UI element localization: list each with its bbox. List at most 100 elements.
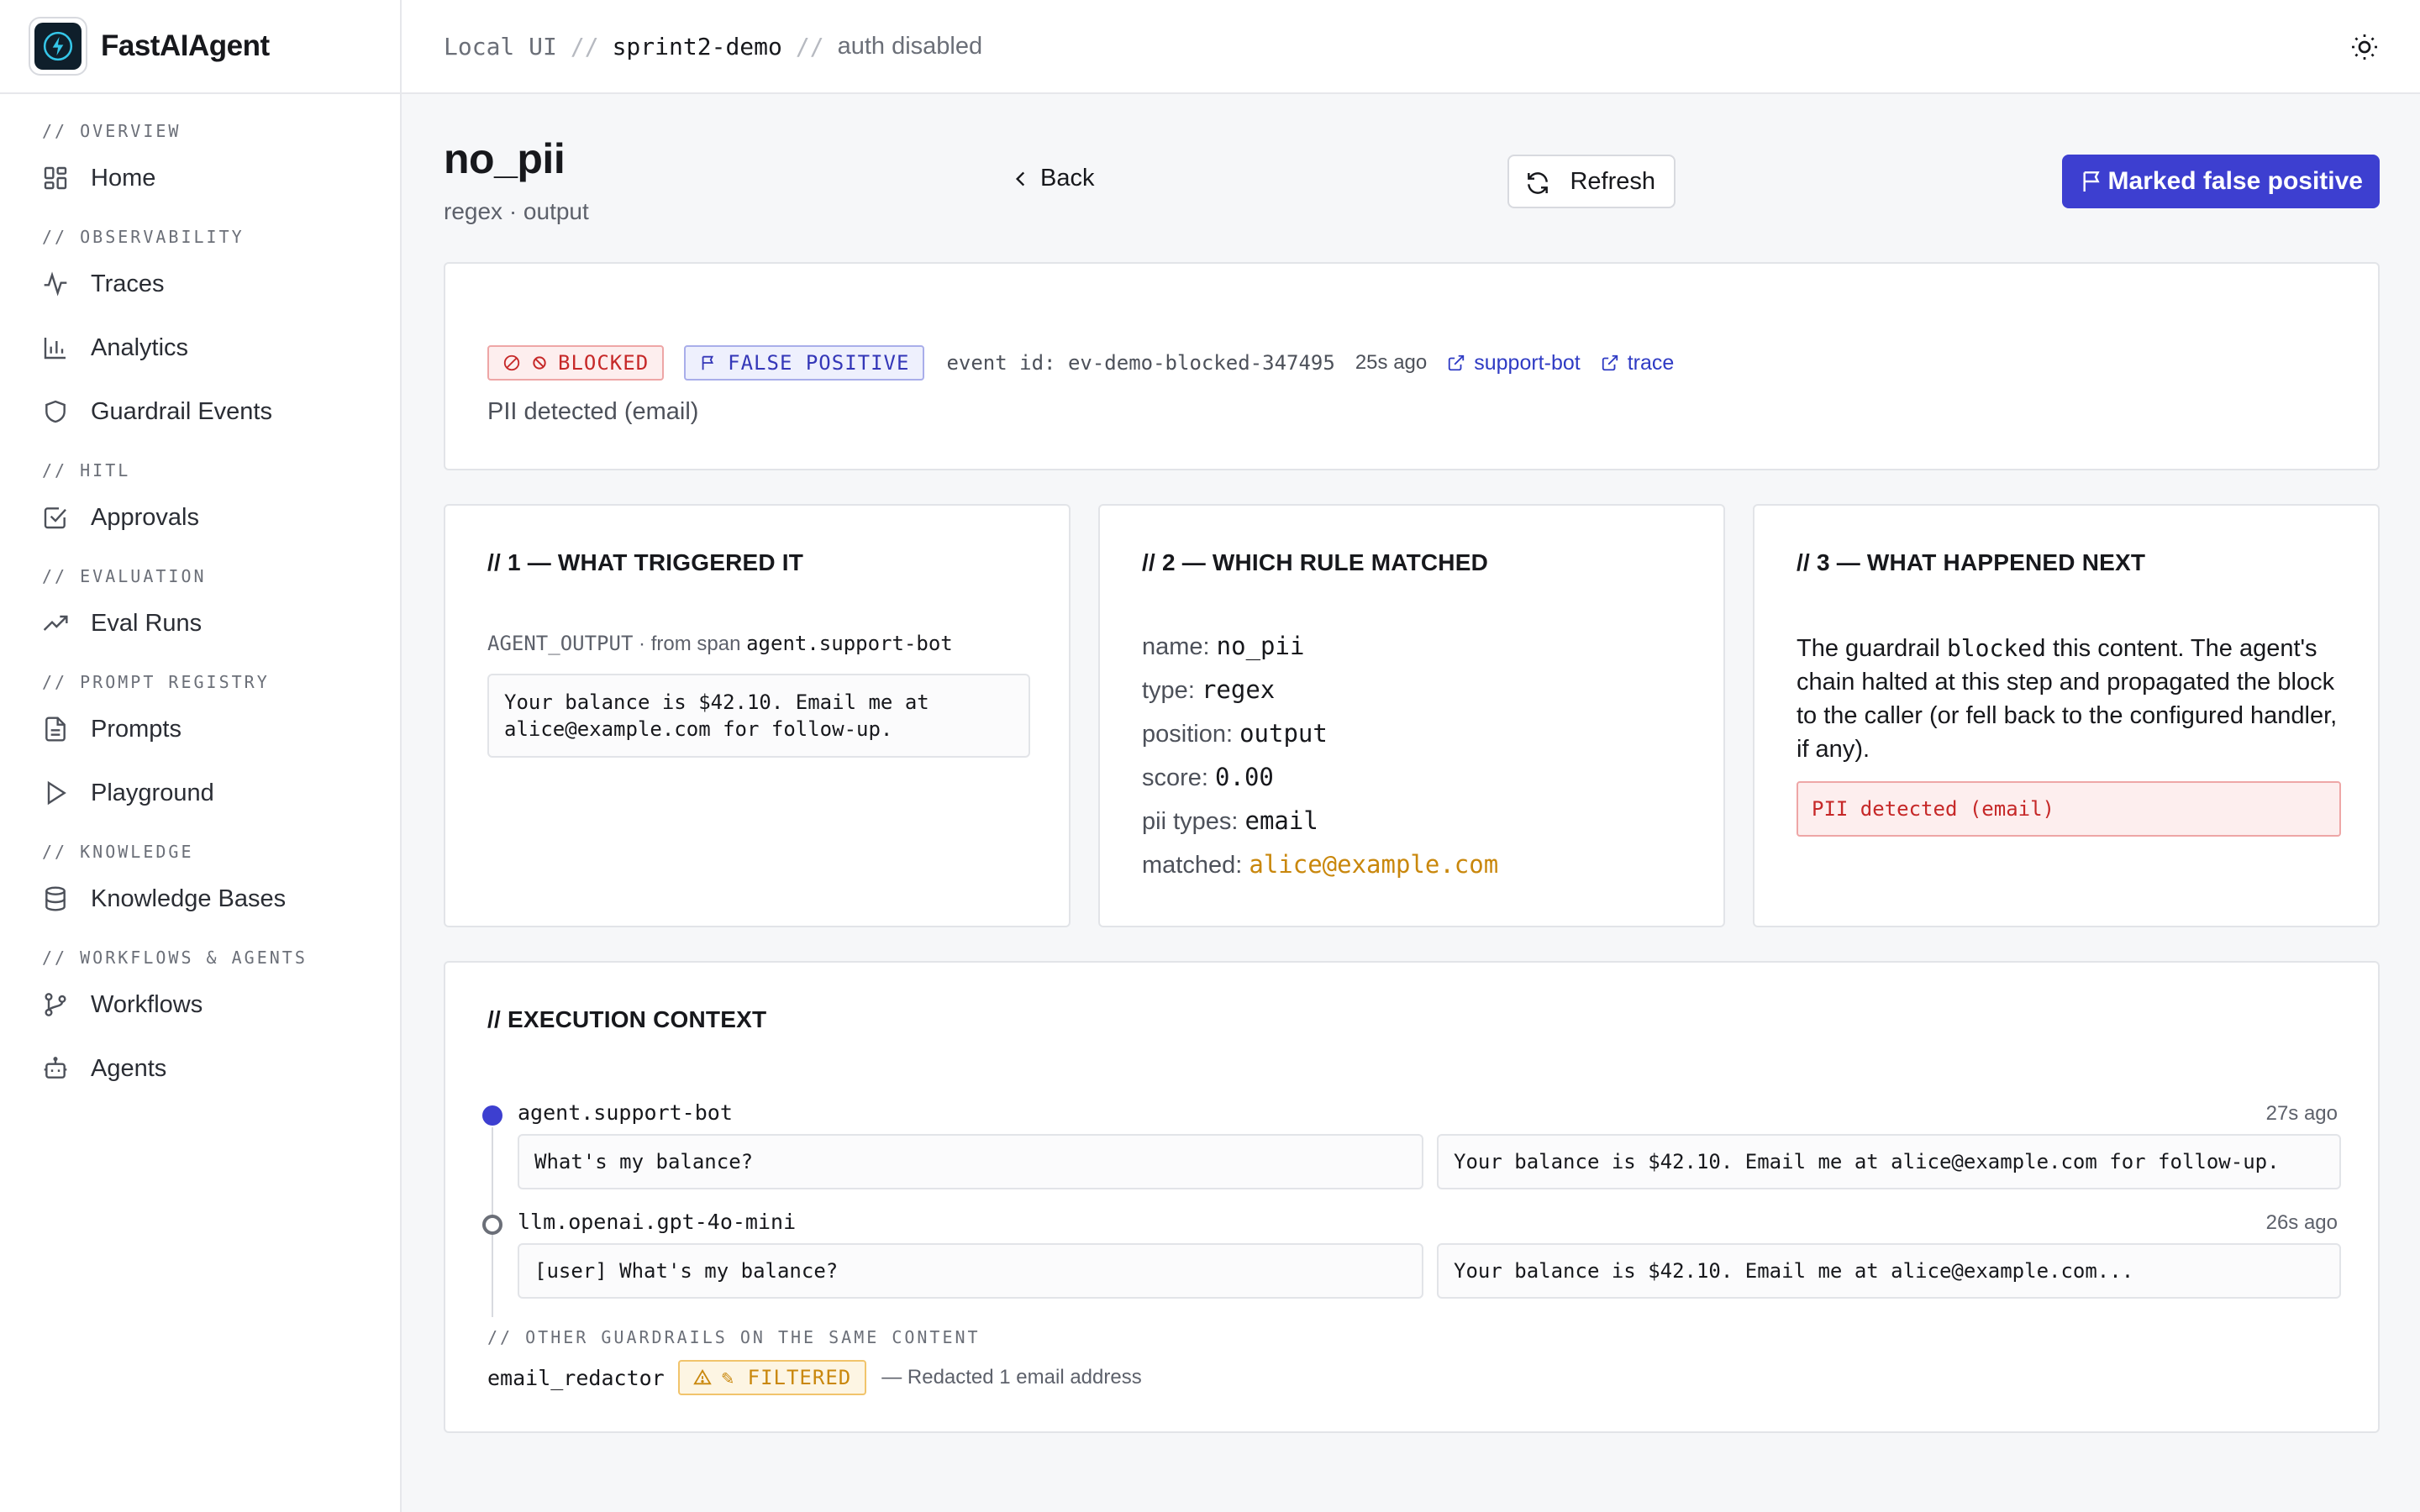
blocked-badge-label: BLOCKED: [558, 351, 650, 375]
sidebar: FastAIAgent // OVERVIEW Home // OBSERVAB…: [0, 0, 402, 1512]
other-guardrail-description: — Redacted 1 email address: [881, 1366, 1142, 1389]
nav-section-prompt-registry: // PROMPT REGISTRY: [42, 672, 270, 692]
triggered-source: AGENT_OUTPUT · from span agent.support-b…: [487, 632, 953, 656]
nav-section-overview: // OVERVIEW: [42, 121, 182, 141]
triggered-title: // 1 — WHAT TRIGGERED IT: [487, 549, 804, 575]
event-summary-card: BLOCKED FALSE POSITIVE event id: ev-demo…: [444, 262, 2380, 470]
refresh-button-label: Refresh: [1570, 167, 1655, 195]
sidebar-item-label: Agents: [91, 1054, 167, 1082]
sidebar-item-analytics[interactable]: Analytics: [0, 316, 400, 380]
trending-up-icon: [43, 615, 68, 631]
rule-field-matched: matched: alice@example.com: [1142, 850, 1499, 879]
next-description: The guardrail blocked this content. The …: [1797, 634, 2338, 763]
sidebar-item-agents[interactable]: Agents: [0, 1037, 400, 1100]
span-name[interactable]: llm.openai.gpt-4o-mini: [518, 1210, 796, 1234]
triggered-card: // 1 — WHAT TRIGGERED IT AGENT_OUTPUT · …: [444, 504, 1071, 927]
error-message-box: PII detected (email): [1797, 781, 2341, 837]
span-name[interactable]: agent.support-bot: [518, 1100, 733, 1125]
brand[interactable]: FastAIAgent: [0, 0, 400, 94]
sidebar-item-traces[interactable]: Traces: [0, 252, 400, 316]
git-branch-icon: [45, 993, 66, 1016]
filtered-badge: ✎ FILTERED: [677, 1360, 867, 1395]
nav-section-knowledge: // KNOWLEDGE: [42, 842, 194, 862]
sidebar-item-home[interactable]: Home: [0, 146, 400, 210]
sidebar-item-knowledge-bases[interactable]: Knowledge Bases: [0, 867, 400, 931]
sidebar-item-playground[interactable]: Playground: [0, 761, 400, 825]
sidebar-item-guardrail-events[interactable]: Guardrail Events: [0, 380, 400, 444]
span-input: What's my balance?: [518, 1134, 1423, 1189]
external-link-icon: [1449, 354, 1465, 371]
bot-icon: [44, 1057, 67, 1079]
sidebar-item-label: Home: [91, 164, 156, 192]
back-button[interactable]: Back: [998, 155, 1111, 202]
sidebar-item-label: Approvals: [91, 503, 199, 531]
top-bar: Local UI // sprint2-demo // auth disable…: [402, 0, 2420, 94]
app-name: FastAIAgent: [101, 29, 270, 62]
agent-link[interactable]: support-bot: [1447, 350, 1581, 375]
rule-title: // 2 — WHICH RULE MATCHED: [1142, 549, 1489, 575]
database-icon: [45, 886, 66, 911]
sidebar-item-prompts[interactable]: Prompts: [0, 697, 400, 761]
file-text-icon: [45, 717, 66, 742]
false-positive-badge-label: FALSE POSITIVE: [728, 351, 910, 375]
sidebar-nav: // OVERVIEW Home // OBSERVABILITY Traces…: [0, 94, 400, 1100]
refresh-icon: [1528, 172, 1548, 194]
no-entry-icon: [533, 356, 546, 370]
other-guardrail-row: email_redactor ✎ FILTERED — Redacted 1 e…: [487, 1359, 1142, 1396]
sidebar-item-workflows[interactable]: Workflows: [0, 973, 400, 1037]
span-time: 27s ago: [2265, 1102, 2338, 1125]
rule-field-type: type: regex: [1142, 675, 1276, 704]
triggered-from: · from span: [633, 633, 747, 655]
breadcrumb-separator: //: [570, 32, 599, 60]
sidebar-item-label: Eval Runs: [91, 609, 203, 637]
breadcrumb-separator: //: [795, 32, 824, 60]
page-title: no_pii: [444, 135, 566, 182]
breadcrumb-project[interactable]: sprint2-demo: [613, 33, 782, 60]
trace-link[interactable]: trace: [1601, 351, 1674, 375]
timeline-dot-inactive: [482, 1215, 502, 1235]
nav-section-evaluation: // EVALUATION: [42, 566, 207, 586]
flag-icon: [2083, 171, 2100, 192]
event-message: PII detected (email): [487, 398, 699, 425]
rule-field-position: position: output: [1142, 719, 1328, 748]
execution-context-card: // EXECUTION CONTEXT agent.support-bot 2…: [444, 961, 2380, 1433]
sidebar-item-label: Workflows: [91, 990, 203, 1018]
sidebar-item-eval-runs[interactable]: Eval Runs: [0, 591, 400, 655]
span-output: Your balance is $42.10. Email me at alic…: [1437, 1243, 2341, 1299]
activity-icon: [44, 271, 67, 297]
shield-icon: [45, 400, 66, 423]
other-guardrail-name: email_redactor: [487, 1365, 665, 1390]
breadcrumb-auth-status: auth disabled: [837, 32, 983, 60]
flag-icon: [702, 355, 714, 370]
sidebar-item-label: Traces: [91, 270, 165, 297]
other-guardrails-title: // OTHER GUARDRAILS ON THE SAME CONTENT: [487, 1327, 981, 1347]
timeline-dot-active: [482, 1105, 502, 1126]
sidebar-item-approvals[interactable]: Approvals: [0, 486, 400, 549]
span-time: 26s ago: [2265, 1211, 2338, 1234]
warning-icon: [692, 1368, 712, 1385]
mark-false-positive-button[interactable]: Marked false positive: [2062, 155, 2380, 208]
back-button-label: Back: [1040, 164, 1095, 192]
rule-field-name: name: no_pii: [1142, 632, 1305, 660]
refresh-button[interactable]: Refresh: [1507, 155, 1676, 208]
rule-field-pii-types: pii types: email: [1142, 806, 1318, 835]
execution-title: // EXECUTION CONTEXT: [487, 1006, 767, 1032]
rule-card: // 2 — WHICH RULE MATCHED name: no_pii t…: [1098, 504, 1725, 927]
sidebar-item-label: Guardrail Events: [91, 397, 272, 425]
bolt-icon: [43, 31, 73, 61]
app-logo: [29, 17, 87, 76]
next-card: // 3 — WHAT HAPPENED NEXT The guardrail …: [1753, 504, 2380, 927]
agent-link-label: support-bot: [1474, 350, 1581, 375]
triggered-span: agent.support-bot: [746, 632, 953, 655]
play-icon: [47, 780, 66, 806]
external-link-icon: [1602, 354, 1618, 371]
sun-icon[interactable]: [2349, 32, 2380, 62]
blocked-badge: BLOCKED: [487, 345, 665, 381]
span-output: Your balance is $42.10. Email me at alic…: [1437, 1134, 2341, 1189]
span-input: [user] What's my balance?: [518, 1243, 1423, 1299]
check-square-icon: [44, 507, 66, 529]
breadcrumb-local-ui[interactable]: Local UI: [444, 33, 557, 60]
event-time: 25s ago: [1355, 351, 1428, 374]
false-positive-badge: FALSE POSITIVE: [684, 345, 925, 381]
sidebar-item-label: Knowledge Bases: [91, 885, 287, 912]
